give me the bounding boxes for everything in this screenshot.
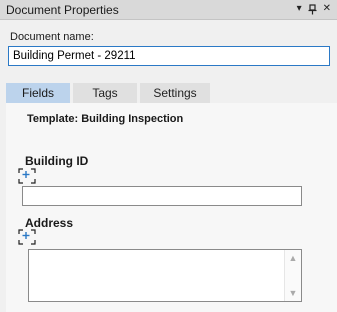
building-id-input[interactable] [22, 186, 302, 206]
tab-fields[interactable]: Fields [6, 83, 70, 103]
address-value [29, 250, 301, 254]
pin-icon[interactable] [308, 3, 317, 15]
document-name-input[interactable] [8, 46, 330, 66]
region-select-icon[interactable] [18, 168, 36, 184]
field-label-building-id: Building ID [25, 154, 89, 168]
tab-strip: Fields Tags Settings [6, 83, 210, 103]
address-textarea[interactable]: ▲ ▼ [28, 249, 302, 302]
tab-settings[interactable]: Settings [140, 83, 210, 103]
region-select-icon[interactable] [18, 229, 36, 245]
title-bar-controls: ▾ ✕ [297, 2, 331, 16]
close-icon[interactable]: ✕ [323, 2, 331, 16]
tab-tags[interactable]: Tags [73, 83, 137, 103]
window-title: Document Properties [6, 3, 119, 17]
scroll-up-icon[interactable]: ▲ [285, 251, 301, 265]
title-bar: Document Properties ▾ ✕ [0, 0, 337, 20]
field-label-address: Address [25, 216, 74, 230]
vertical-scrollbar[interactable]: ▲ ▼ [284, 250, 301, 301]
template-label: Template: Building Inspection [27, 113, 184, 125]
dropdown-icon[interactable]: ▾ [297, 2, 302, 16]
document-name-label: Document name: [10, 31, 94, 43]
scroll-down-icon[interactable]: ▼ [285, 286, 301, 300]
fields-panel: Template: Building Inspection Building I… [6, 103, 337, 312]
